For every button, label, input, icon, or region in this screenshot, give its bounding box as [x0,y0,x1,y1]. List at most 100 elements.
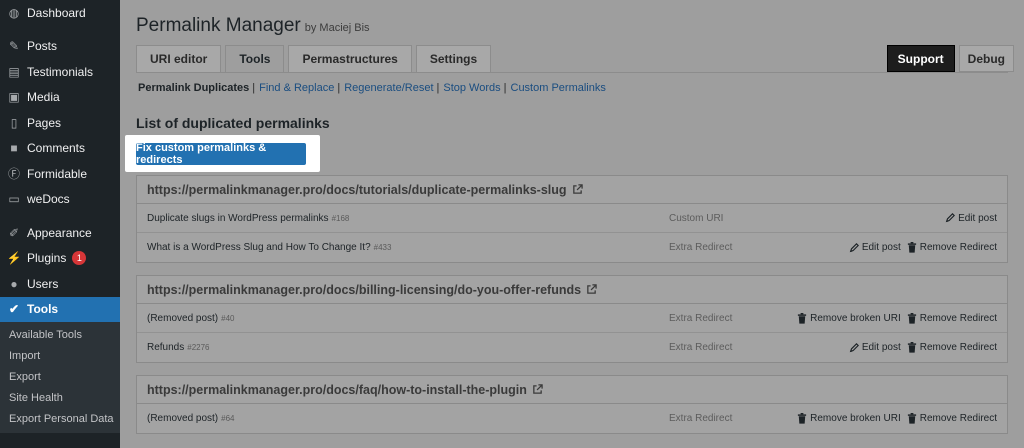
action-label: Edit post [958,212,997,224]
sidebar-item-label: Media [27,90,60,105]
sidebar-item-label: Plugins [27,251,67,266]
media-icon: ▣ [8,90,20,105]
pages-icon: ▯ [10,115,18,130]
remove-broken-uri-action[interactable]: Remove broken URI [797,413,901,424]
tab-tools[interactable]: Tools [225,45,285,72]
sidebar-item-dashboard[interactable]: ◍ Dashboard [0,0,120,26]
fix-permalinks-button[interactable]: Fix custom permalinks & redirects [136,142,306,166]
row-actions: Edit post Remove Redirect [849,342,997,353]
sidebar-item-media[interactable]: ▣ Media [0,85,120,111]
table-row: Refunds #2276 Extra Redirect Edit post Remov… [137,333,1007,362]
tools-submenu: Available Tools Import Export Site Health Ex… [0,322,120,433]
subnav-link-custom-permalinks[interactable]: Custom Permalinks [511,82,606,94]
sidebar-item-appearance[interactable]: ✐ Appearance [0,220,120,246]
external-link-icon[interactable] [572,184,583,195]
row-id: #433 [373,243,392,252]
admin-sidebar: ◍ Dashboard ✎ Posts ▤ Testimonials ▣ Media ▯ Page… [0,0,120,448]
sidebar-item-users[interactable]: ● Users [0,271,120,297]
sidebar-item-formidable[interactable]: Ⓕ Formidable [0,161,120,187]
action-label: Edit post [861,342,901,353]
tools-icon: ✔ [8,302,20,317]
row-type: Extra Redirect [669,413,733,424]
duplicate-group: https://permalinkmanager.pro/docs/faq/ho… [136,375,1008,434]
submenu-item-site-health[interactable]: Site Health [0,387,120,408]
duplicate-url-header: https://permalinkmanager.pro/docs/faq/ho… [137,376,1007,404]
row-type: Extra Redirect [669,342,733,353]
page-title: Permalink Manager by Maciej Bis [136,15,370,37]
comments-icon: ■ [10,141,18,156]
section-title: List of duplicated permalinks [136,115,330,131]
external-link-icon[interactable] [532,384,543,395]
remove-broken-uri-action[interactable]: Remove broken URI [797,312,901,324]
sidebar-item-comments[interactable]: ■ Comments [0,136,120,162]
remove-redirect-action[interactable]: Remove Redirect [907,242,997,253]
duplicate-url[interactable]: https://permalinkmanager.pro/docs/tutori… [147,183,567,197]
trash-icon [907,413,917,424]
sidebar-item-tools[interactable]: ✔ Tools [0,296,120,322]
row-actions: Edit post [945,213,997,224]
subnav-link-find-replace[interactable]: Find & Replace [259,82,334,94]
page-title-text: Permalink Manager [136,15,301,36]
debug-button[interactable]: Debug [958,45,1014,72]
tab-settings[interactable]: Settings [415,45,492,72]
trash-icon [907,312,917,324]
remove-redirect-action[interactable]: Remove Redirect [907,413,997,424]
support-button[interactable]: Support [886,45,955,72]
submenu-item-export[interactable]: Export [0,366,120,387]
sidebar-item-testimonials[interactable]: ▤ Testimonials [0,59,120,85]
duplicate-url[interactable]: https://permalinkmanager.pro/docs/faq/ho… [147,383,527,397]
trash-icon [907,242,917,253]
edit-post-action[interactable]: Edit post [849,342,901,353]
sidebar-item-posts[interactable]: ✎ Posts [0,34,120,60]
submenu-item-available-tools[interactable]: Available Tools [0,324,120,345]
row-title: (Removed post) [147,413,219,424]
action-label: Remove Redirect [919,312,997,324]
duplicates-list: https://permalinkmanager.pro/docs/tutori… [136,175,1008,446]
row-id: #168 [331,213,350,223]
edit-post-action[interactable]: Edit post [945,213,997,224]
submenu-item-export-personal-data[interactable]: Export Personal Data [0,408,120,429]
sidebar-item-wedocs[interactable]: ▭ weDocs [0,187,120,213]
submenu-item-import[interactable]: Import [0,345,120,366]
subnav-separator: | [436,82,440,94]
pencil-icon [849,242,859,253]
duplicate-url-header: https://permalinkmanager.pro/docs/tutori… [137,176,1007,204]
action-label: Remove broken URI [810,312,901,324]
trash-icon [797,312,807,324]
sidebar-item-label: Formidable [27,166,88,181]
row-title: (Removed post) [147,312,219,324]
trash-icon [797,413,807,424]
sidebar-item-label: Testimonials [27,64,94,79]
sidebar-item-plugins[interactable]: ⚡ Plugins 1 [0,246,120,272]
docs-icon: ▭ [8,192,20,207]
sidebar-item-label: Posts [27,39,58,54]
edit-post-action[interactable]: Edit post [849,242,901,253]
row-type: Extra Redirect [669,312,733,324]
duplicate-url-header: https://permalinkmanager.pro/docs/billin… [137,276,1007,304]
sidebar-item-label: weDocs [27,192,70,207]
action-label: Remove Redirect [919,242,997,253]
tab-uri-editor[interactable]: URI editor [136,45,222,72]
action-label: Edit post [861,242,901,253]
external-link-icon[interactable] [586,284,597,295]
testimonials-icon: ▤ [8,64,20,79]
duplicate-url[interactable]: https://permalinkmanager.pro/docs/billin… [147,283,581,297]
update-count-badge: 1 [72,251,87,266]
sidebar-item-pages[interactable]: ▯ Pages [0,110,120,136]
row-id: #40 [221,313,235,323]
plugins-icon: ⚡ [6,251,22,266]
row-actions: Remove broken URI Remove Redirect [797,413,997,424]
remove-redirect-action[interactable]: Remove Redirect [907,312,997,324]
header-buttons: Support Debug [886,45,1014,72]
tab-bar: URI editor Tools Permastructures Settings [136,45,492,72]
subnav-link-stop-words[interactable]: Stop Words [443,82,500,94]
row-id: #64 [221,414,235,423]
tab-permastructures[interactable]: Permastructures [288,45,412,72]
subnav-link-regenerate-reset[interactable]: Regenerate/Reset [344,82,433,94]
remove-redirect-action[interactable]: Remove Redirect [907,342,997,353]
dashboard-icon: ◍ [8,5,20,20]
pencil-icon [849,342,859,353]
duplicate-group: https://permalinkmanager.pro/docs/tutori… [136,175,1008,263]
sidebar-item-label: Comments [27,141,86,156]
admin-menu: ◍ Dashboard ✎ Posts ▤ Testimonials ▣ Media ▯ Page… [0,0,120,322]
